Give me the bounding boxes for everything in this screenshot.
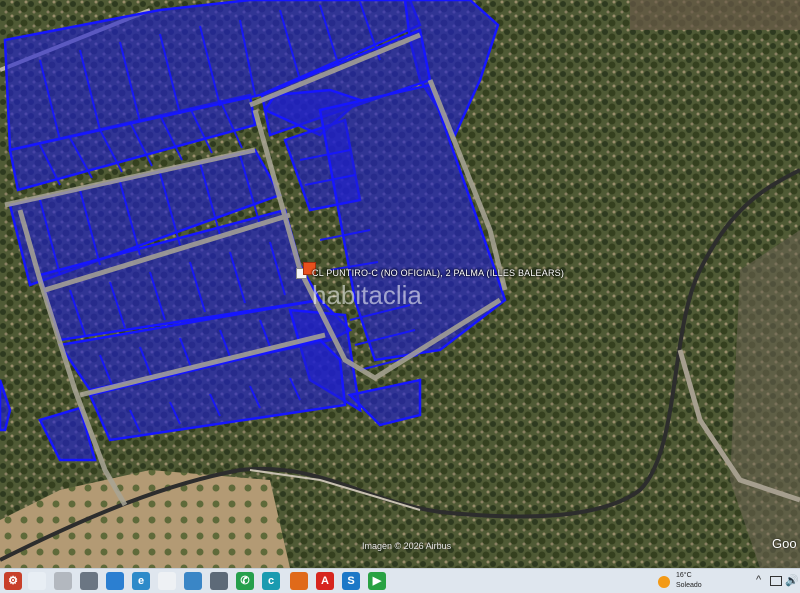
file-icon[interactable] <box>28 572 46 590</box>
tray-arrow-icon[interactable]: ^ <box>756 574 761 586</box>
acrobat-icon[interactable]: A <box>316 572 334 590</box>
taskbar: ⚙ e ✆ c A S ▶ 16°C Soleado ^ 🔊 <box>0 568 800 593</box>
speaker-icon[interactable]: 🔊 <box>785 574 799 587</box>
weather-condition: Soleado <box>676 582 702 589</box>
weather-temperature: 16°C <box>676 572 692 579</box>
satellite-map[interactable]: CL PUNTIRO-C (NO OFICIAL), 2 PALMA (ILLE… <box>0 0 800 568</box>
whatsapp-icon[interactable]: ✆ <box>236 572 254 590</box>
chrome-like-icon[interactable]: c <box>262 572 280 590</box>
start-icon[interactable]: ⚙ <box>4 572 22 590</box>
network-icon[interactable] <box>770 576 782 586</box>
green-app-icon[interactable]: ▶ <box>368 572 386 590</box>
provider-logo: Goo <box>772 536 797 551</box>
notes-icon[interactable] <box>158 572 176 590</box>
photos-icon[interactable] <box>106 572 124 590</box>
store-icon[interactable] <box>184 572 202 590</box>
explorer-icon[interactable] <box>54 572 72 590</box>
firefox-icon[interactable] <box>290 572 308 590</box>
imagery-credit: Imagen © 2026 Airbus <box>362 541 452 551</box>
folder-icon[interactable] <box>80 572 98 590</box>
address-label: CL PUNTIRO-C (NO OFICIAL), 2 PALMA (ILLE… <box>312 268 565 278</box>
edge-icon[interactable]: e <box>132 572 150 590</box>
s-app-icon[interactable]: S <box>342 572 360 590</box>
watermark: habitaclia <box>312 280 422 310</box>
app-icon[interactable] <box>210 572 228 590</box>
sun-icon <box>658 576 670 588</box>
